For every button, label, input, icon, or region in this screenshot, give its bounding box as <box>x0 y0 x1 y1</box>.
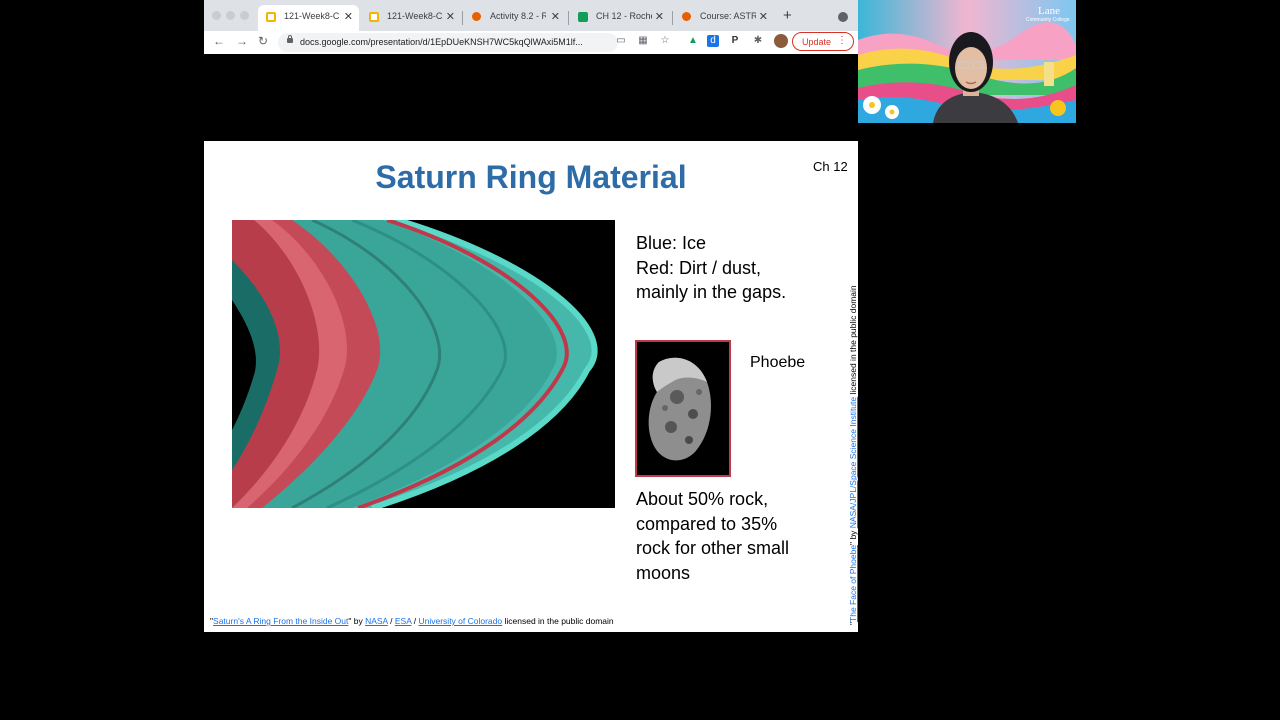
slides-icon <box>369 12 379 22</box>
credit-text: / <box>387 616 395 626</box>
credit-text: " <box>848 621 858 625</box>
ring-color-legend: Blue: Ice Red: Dirt / dust, mainly in th… <box>636 231 836 305</box>
close-icon[interactable]: ✕ <box>446 10 455 23</box>
maximize-window-button[interactable] <box>240 11 249 20</box>
credit-link-title[interactable]: Saturn's A Ring From the Inside Out <box>213 616 348 626</box>
credit-text: licensed in the public domain <box>848 285 858 397</box>
back-icon[interactable]: ← <box>213 34 225 48</box>
tab-label: 121-Week8-Cla <box>284 11 340 21</box>
webcam-image: Lane Community College <box>858 0 1076 123</box>
browser-window: 121-Week8-Cla ✕ 121-Week8-Cla ✕ Activity… <box>204 0 858 54</box>
forward-icon[interactable]: → <box>236 34 248 48</box>
legend-blue: Blue: Ice <box>636 233 707 253</box>
credit-text: " by <box>848 528 858 545</box>
presentation-slide: Saturn Ring Material Ch 12 Blue: Ice Red… <box>204 141 858 632</box>
credit-link-phoebe[interactable]: The Face of Phoebe <box>848 545 858 622</box>
tab-label: 121-Week8-Cla <box>387 11 443 21</box>
legend-gaps: mainly in the gaps. <box>636 282 787 302</box>
url-text: docs.google.com/presentation/d/1EpDUeKNS… <box>300 37 583 47</box>
close-icon[interactable]: ✕ <box>759 10 768 23</box>
phoebe-label: Phoebe <box>750 354 806 371</box>
slide-title: Saturn Ring Material <box>375 159 687 195</box>
credit-text: licensed in the public domain <box>502 616 614 626</box>
address-bar[interactable]: docs.google.com/presentation/d/1EpDUeKNS… <box>278 33 618 52</box>
tab-separator <box>462 11 463 25</box>
tab-slides-1[interactable]: 121-Week8-Cla ✕ <box>258 5 359 31</box>
rock-line: compared to 35% <box>636 513 778 534</box>
tab-course[interactable]: Course: ASTR ✕ <box>674 5 774 31</box>
rock-line: moons <box>636 562 691 583</box>
reload-icon[interactable]: ↻ <box>258 34 268 48</box>
sheets-icon <box>578 12 588 22</box>
menu-icon[interactable]: ⋮ <box>837 35 847 46</box>
phoebe-image <box>635 340 731 477</box>
canvas-icon <box>682 12 691 21</box>
college-logo-sub: Community College <box>1026 17 1070 23</box>
minimize-window-button[interactable] <box>226 11 235 20</box>
google-drive-icon[interactable]: ▲ <box>687 35 699 47</box>
qr-icon[interactable]: ▦ <box>637 35 649 47</box>
docs-extension-icon[interactable]: d <box>707 35 719 47</box>
tab-label: CH 12 - Roche <box>596 11 652 21</box>
credit-link-esa[interactable]: ESA <box>395 616 412 626</box>
ring-image-credit: "Saturn's A Ring From the Inside Out" by… <box>210 616 614 626</box>
credit-link-jpl[interactable]: NASA/JPL/Space Science Institute <box>848 397 858 528</box>
lock-icon <box>287 35 293 43</box>
credit-text: " by <box>348 616 366 626</box>
update-button[interactable]: Update ⋮ <box>792 32 854 51</box>
tab-search-icon[interactable] <box>838 12 848 22</box>
close-icon[interactable]: ✕ <box>655 10 664 23</box>
credit-link-nasa[interactable]: NASA <box>365 616 388 626</box>
update-label: Update <box>802 37 832 47</box>
credit-text: / <box>411 616 419 626</box>
rock-line: rock for other small <box>636 538 790 558</box>
canvas-icon <box>472 12 481 21</box>
college-logo: Lane <box>1038 5 1060 17</box>
new-tab-button[interactable]: + <box>783 7 792 24</box>
p-extension-icon[interactable]: P <box>729 35 741 47</box>
credit-link-university[interactable]: University of Colorado <box>419 616 503 626</box>
tab-separator <box>568 11 569 25</box>
close-icon[interactable]: ✕ <box>344 10 353 23</box>
rock-line: About 50% rock, <box>636 489 769 509</box>
legend-red: Red: Dirt / dust, <box>636 257 762 278</box>
tab-slides-2[interactable]: 121-Week8-Cla ✕ <box>361 5 461 31</box>
webcam-video: Lane Community College <box>858 0 1076 123</box>
phoebe-image-credit: "The Face of Phoebe" by NASA/JPL/Space S… <box>848 285 858 625</box>
tab-strip: 121-Week8-Cla ✕ 121-Week8-Cla ✕ Activity… <box>204 0 858 31</box>
chapter-label: Ch 12 <box>813 159 848 174</box>
avatar[interactable] <box>774 34 788 48</box>
cast-icon[interactable]: ▭ <box>615 35 627 47</box>
extensions-puzzle-icon[interactable]: ✱ <box>752 35 764 47</box>
close-icon[interactable]: ✕ <box>551 10 560 23</box>
tab-activity[interactable]: Activity 8.2 - R ✕ <box>464 5 566 31</box>
tab-separator <box>672 11 673 25</box>
slides-icon <box>266 12 276 22</box>
rock-composition-text: About 50% rock, compared to 35% rock for… <box>636 487 826 585</box>
tab-sheets[interactable]: CH 12 - Roche ✕ <box>570 5 670 31</box>
browser-toolbar: ← → ↻ docs.google.com/presentation/d/1Ep… <box>204 31 858 54</box>
saturn-ring-image <box>232 217 615 511</box>
tab-label: Course: ASTR <box>700 11 756 21</box>
close-window-button[interactable] <box>212 11 221 20</box>
tab-label: Activity 8.2 - R <box>490 11 546 21</box>
bookmark-star-icon[interactable]: ☆ <box>659 35 671 47</box>
